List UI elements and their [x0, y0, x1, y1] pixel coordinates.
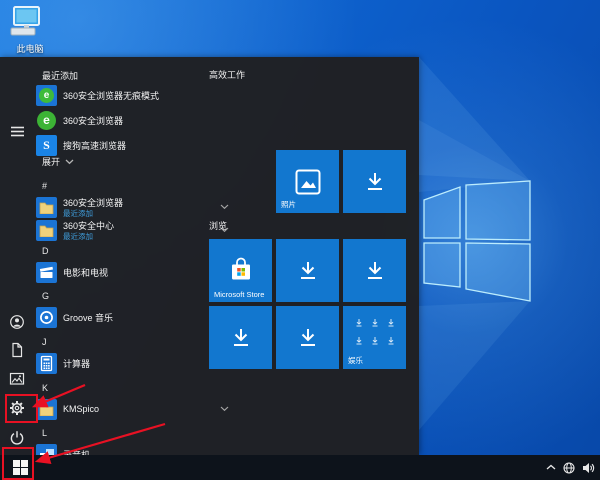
- wallpaper-windows-logo: [419, 57, 531, 430]
- windows-desktop: 此电脑 最近添加 e 360安全浏览器无痕模式 e 360安全浏览器 S 搜狗高…: [0, 0, 600, 480]
